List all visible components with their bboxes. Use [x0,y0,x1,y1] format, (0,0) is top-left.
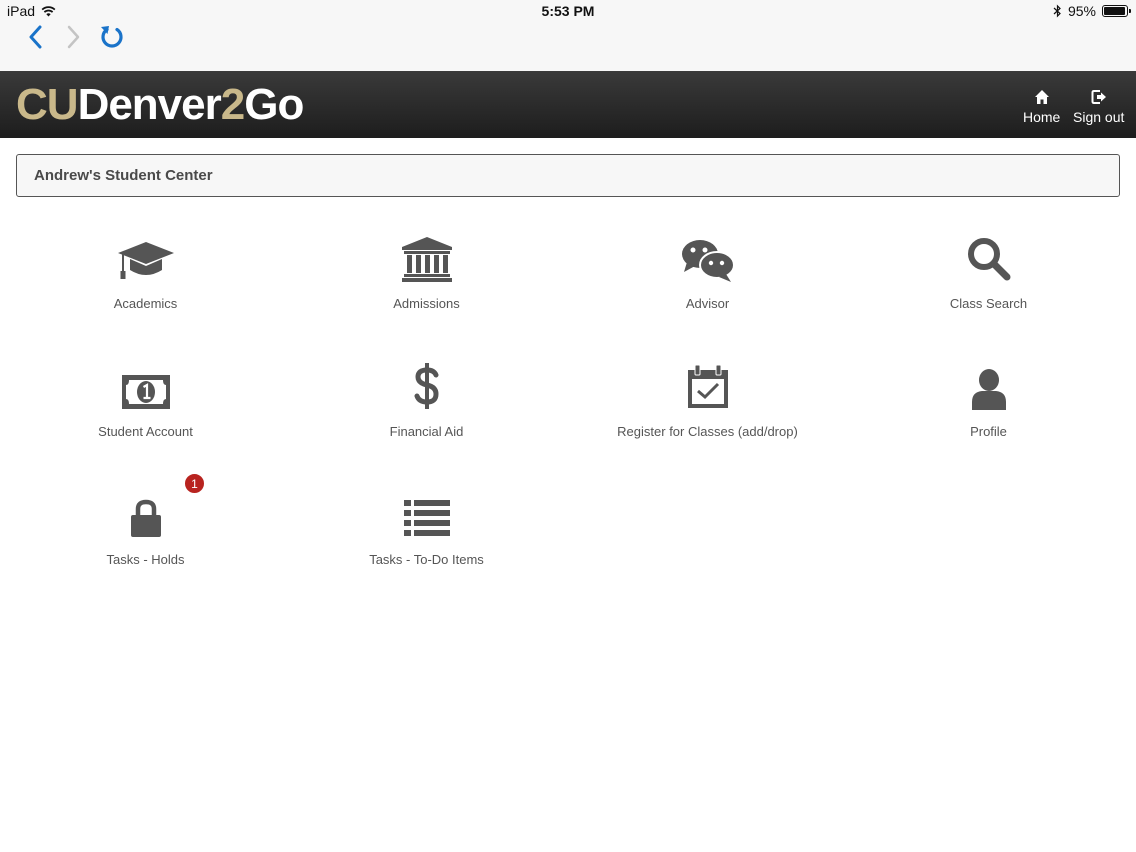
student-center-bar: Andrew's Student Center [16,154,1120,197]
home-label: Home [1023,109,1061,125]
user-icon [971,369,1006,410]
tile-tasks-todo[interactable]: Tasks - To-Do Items [286,486,567,596]
tile-label: Financial Aid [389,424,464,439]
reload-button[interactable] [96,22,128,52]
tile-label: Profile [970,424,1007,439]
money-icon [121,375,170,409]
battery-percent: 95% [1067,3,1096,19]
tile-label: Tasks - Holds [106,552,185,567]
browser-toolbar [0,22,1136,71]
graduation-cap-icon [117,242,174,279]
sign-out-icon [1091,90,1106,104]
tile-academics[interactable]: Academics [5,230,286,340]
status-right: 95% [1053,3,1131,19]
holds-count-badge: 1 [184,473,205,494]
tile-label: Tasks - To-Do Items [369,552,484,567]
status-time: 5:53 PM [541,3,595,19]
status-bar: iPad 5:53 PM 95% [0,0,1136,22]
tile-label: Advisor [685,296,730,311]
tile-icon-wrap [401,230,453,282]
logo-part-go: Go [244,80,304,129]
sign-out-label: Sign out [1073,109,1125,125]
page-title: Andrew's Student Center [34,167,213,184]
institution-icon [401,237,452,282]
home-icon [1034,90,1049,104]
chevron-right-icon [67,25,80,49]
tile-register-classes[interactable]: Register for Classes (add/drop) [567,358,848,468]
tile-label: Class Search [949,296,1028,311]
tile-financial-aid[interactable]: Financial Aid [286,358,567,468]
tile-admissions[interactable]: Admissions [286,230,567,340]
tile-label: Register for Classes (add/drop) [617,424,798,439]
list-icon [403,500,450,536]
calendar-check-icon [687,364,728,408]
tile-profile[interactable]: Profile [848,358,1129,468]
chevron-left-icon [29,25,42,49]
app-header: CUDenver2Go Home Sign out [0,71,1136,138]
lock-icon [130,499,161,537]
cudenver2go-logo[interactable]: CUDenver2Go [16,80,304,129]
tile-label: Academics [113,296,178,311]
bluetooth-icon [1053,4,1061,18]
tile-icon-wrap [121,358,171,410]
logo-part-denver: Denver [77,80,222,129]
logo-part-cu: CU [16,80,79,129]
battery-fill [1104,7,1125,15]
search-icon [967,238,1010,281]
tile-advisor[interactable]: Advisor [567,230,848,340]
chat-bubbles-icon [681,240,735,282]
tile-icon-wrap [681,230,735,282]
logo-part-2: 2 [220,80,246,129]
tile-icon-wrap [116,230,176,282]
tile-icon-wrap [686,358,730,410]
tile-student-account[interactable]: Student Account [5,358,286,468]
tile-icon-wrap [413,358,441,410]
home-button[interactable]: Home [1023,89,1060,125]
tile-class-search[interactable]: Class Search [848,230,1129,340]
back-button[interactable] [20,22,52,52]
tile-label: Admissions [393,296,460,311]
tile-label: Student Account [98,424,193,439]
tile-tasks-holds[interactable]: Tasks - Holds 1 [5,473,286,596]
tile-icon-wrap [966,230,1012,282]
tile-icon-wrap [403,486,450,538]
reload-icon [101,26,123,48]
battery-icon [1102,5,1131,17]
dollar-icon [414,363,439,409]
forward-button[interactable] [57,22,89,52]
tile-icon-wrap [130,486,162,538]
sign-out-button[interactable]: Sign out [1073,89,1124,125]
tile-icon-wrap [970,358,1008,410]
